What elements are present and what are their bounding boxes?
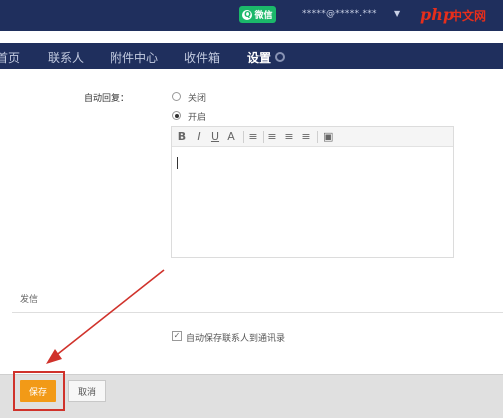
bold-icon[interactable]: B: [177, 130, 187, 144]
toolbar-divider: [317, 131, 318, 143]
nav-item-contacts[interactable]: 联系人: [48, 49, 84, 66]
logo-php-text: php: [420, 5, 455, 24]
radio-off[interactable]: [172, 92, 181, 101]
main-nav: 首页 联系人 附件中心 收件箱 设置: [0, 43, 503, 69]
wechat-label: 微信: [254, 11, 273, 21]
gear-icon[interactable]: [275, 52, 285, 62]
tab-send[interactable]: 发信: [20, 292, 38, 305]
wechat-button[interactable]: Q 微信: [239, 6, 276, 23]
annotation-highlight-box: [13, 371, 65, 411]
wechat-icon: Q: [242, 9, 253, 20]
save-contacts-label: 自动保存联系人到通讯录: [186, 334, 286, 344]
toolbar-divider: [243, 131, 244, 143]
section-divider: [12, 312, 503, 313]
radio-on-label: 开启: [188, 113, 207, 123]
top-header: Q 微信 *****@*****.*** ▼ php 中文网: [0, 0, 503, 31]
auto-reply-editor[interactable]: B I U A ≡ ≡ ≡ ≡ ▣: [171, 126, 454, 258]
font-size-icon[interactable]: A: [226, 130, 236, 144]
toolbar-divider: [263, 131, 264, 143]
text-cursor: [177, 157, 178, 169]
list-icon[interactable]: ≡: [267, 130, 277, 144]
nav-item-inbox[interactable]: 收件箱: [184, 49, 220, 66]
settings-page: Q 微信 *****@*****.*** ▼ php 中文网 首页 联系人 附件…: [0, 0, 503, 418]
nav-item-attachments[interactable]: 附件中心: [110, 49, 158, 66]
auto-reply-label: 自动回复：: [84, 94, 130, 104]
italic-icon[interactable]: I: [194, 130, 204, 144]
save-contacts-checkbox[interactable]: ✓: [172, 331, 182, 341]
nav-item-home[interactable]: 首页: [0, 49, 20, 66]
align-left-icon[interactable]: ≡: [248, 130, 258, 144]
radio-on[interactable]: [172, 111, 181, 120]
account-email[interactable]: *****@*****.***: [302, 9, 377, 19]
indent-icon[interactable]: ≡: [284, 130, 294, 144]
cancel-button[interactable]: 取消: [68, 380, 106, 402]
chevron-down-icon[interactable]: ▼: [394, 9, 400, 18]
nav-item-settings[interactable]: 设置: [247, 49, 271, 66]
editor-toolbar: B I U A ≡ ≡ ≡ ≡ ▣: [172, 127, 453, 147]
image-icon[interactable]: ▣: [323, 130, 333, 144]
underline-icon[interactable]: U: [210, 130, 220, 144]
outdent-icon[interactable]: ≡: [301, 130, 311, 144]
site-logo: php 中文网: [420, 3, 500, 29]
logo-cn-text: 中文网: [450, 9, 487, 23]
radio-off-label: 关闭: [188, 94, 207, 104]
